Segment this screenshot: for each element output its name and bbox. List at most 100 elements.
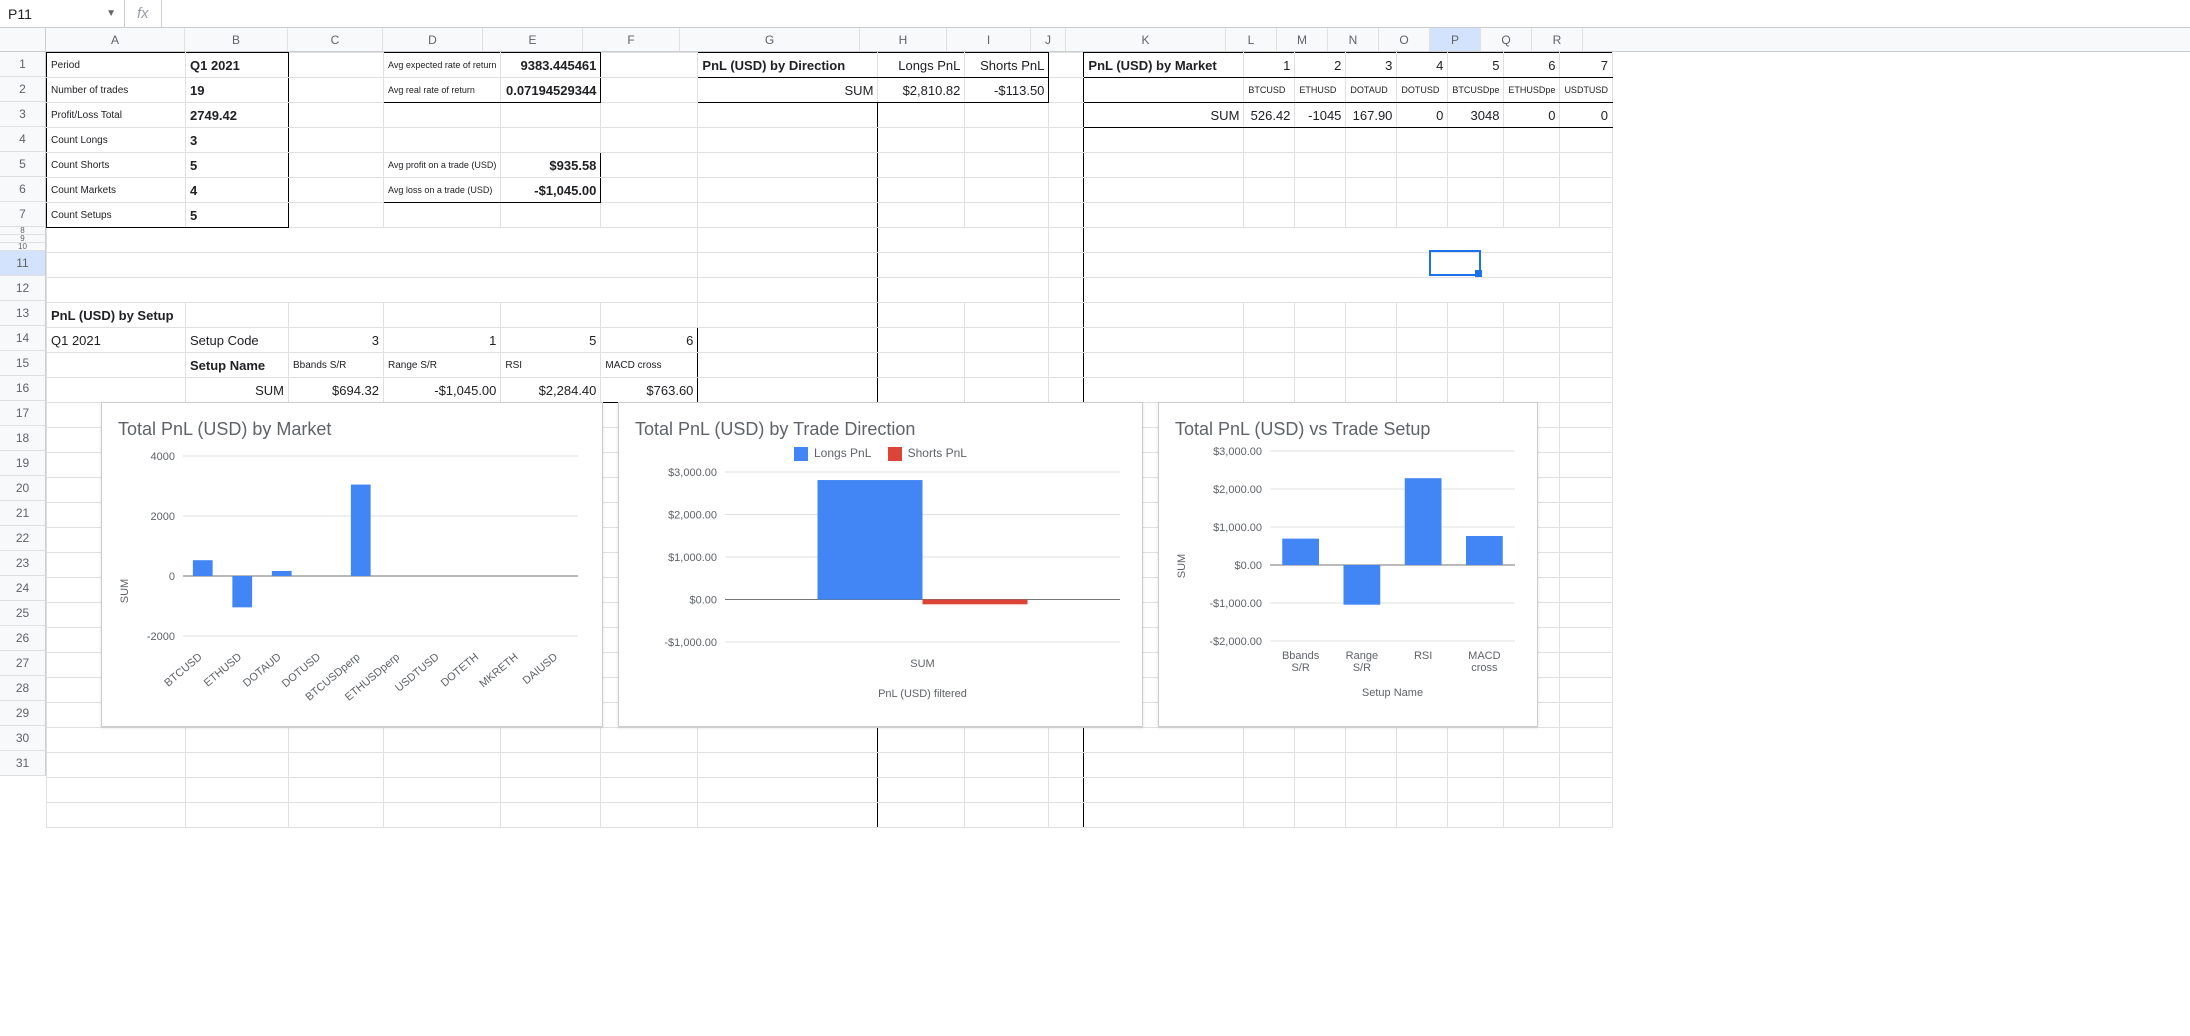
cell-P2[interactable]: BTCUSDpe (1448, 78, 1504, 103)
cell-E13[interactable]: RSI (501, 353, 601, 378)
cell-F12[interactable]: 6 (601, 328, 698, 353)
row-header-11[interactable]: 11 (0, 251, 46, 276)
cell-K1[interactable]: PnL (USD) by Market (1084, 53, 1244, 78)
cell-R3[interactable]: 0 (1560, 103, 1613, 128)
cell-Q3[interactable]: 0 (1504, 103, 1560, 128)
row-header-5[interactable]: 5 (0, 152, 46, 177)
cell-H2[interactable]: $2,810.82 (878, 78, 965, 103)
row-header-31[interactable]: 31 (0, 751, 46, 776)
row-header-20[interactable]: 20 (0, 476, 46, 501)
cell-M3[interactable]: -1045 (1295, 103, 1346, 128)
row-header-10[interactable]: 10 (0, 243, 46, 251)
col-header-C[interactable]: C (288, 28, 383, 51)
cell-A4[interactable]: Count Longs (47, 128, 186, 153)
cell-O3[interactable]: 0 (1397, 103, 1448, 128)
cell-D6[interactable]: Avg loss on a trade (USD) (384, 178, 501, 203)
col-header-E[interactable]: E (483, 28, 583, 51)
cell-P1[interactable]: 5 (1448, 53, 1504, 78)
col-header-N[interactable]: N (1328, 28, 1379, 51)
cell-J1[interactable] (1049, 53, 1084, 78)
row-header-30[interactable]: 30 (0, 726, 46, 751)
cell-R2[interactable]: USDTUSD (1560, 78, 1613, 103)
row-header-18[interactable]: 18 (0, 426, 46, 451)
cell-F14[interactable]: $763.60 (601, 378, 698, 403)
cell-H1[interactable]: Longs PnL (878, 53, 965, 78)
row-header-28[interactable]: 28 (0, 676, 46, 701)
row-header-1[interactable]: 1 (0, 52, 46, 77)
row-header-23[interactable]: 23 (0, 551, 46, 576)
cell-M1[interactable]: 2 (1295, 53, 1346, 78)
cell-B12[interactable]: Setup Code (186, 328, 289, 353)
cell-A1[interactable]: Period (47, 53, 186, 78)
row-header-21[interactable]: 21 (0, 501, 46, 526)
cell-Q2[interactable]: ETHUSDpe (1504, 78, 1560, 103)
cell-F1[interactable] (601, 53, 698, 78)
cell-D2[interactable]: Avg real rate of return (384, 78, 501, 103)
col-header-R[interactable]: R (1532, 28, 1583, 51)
name-box[interactable]: P11 ▼ (0, 0, 125, 27)
cell-E2[interactable]: 0.07194529344 (501, 78, 601, 103)
cell-E12[interactable]: 5 (501, 328, 601, 353)
select-all-corner[interactable] (0, 28, 46, 51)
cell-B14[interactable]: SUM (186, 378, 289, 403)
row-header-24[interactable]: 24 (0, 576, 46, 601)
col-header-M[interactable]: M (1277, 28, 1328, 51)
row-header-12[interactable]: 12 (0, 276, 46, 301)
cell-A3[interactable]: Profit/Loss Total (47, 103, 186, 128)
col-header-G[interactable]: G (680, 28, 860, 51)
cell-B6[interactable]: 4 (186, 178, 289, 203)
cell-D13[interactable]: Range S/R (384, 353, 501, 378)
cell-K3[interactable]: SUM (1084, 103, 1244, 128)
cell-N3[interactable]: 167.90 (1346, 103, 1397, 128)
chart-pnl-by-direction[interactable]: Total PnL (USD) by Trade Direction Longs… (618, 402, 1143, 727)
cell-O1[interactable]: 4 (1397, 53, 1448, 78)
row-header-17[interactable]: 17 (0, 401, 46, 426)
cell-L3[interactable]: 526.42 (1244, 103, 1295, 128)
col-header-F[interactable]: F (583, 28, 680, 51)
cell-M2[interactable]: ETHUSD (1295, 78, 1346, 103)
col-header-K[interactable]: K (1066, 28, 1226, 51)
col-header-I[interactable]: I (947, 28, 1031, 51)
cell-D14[interactable]: -$1,045.00 (384, 378, 501, 403)
cell-B13[interactable]: Setup Name (186, 353, 289, 378)
col-header-O[interactable]: O (1379, 28, 1430, 51)
cell-A11[interactable]: PnL (USD) by Setup (47, 303, 186, 328)
row-header-16[interactable]: 16 (0, 376, 46, 401)
cell-B5[interactable]: 5 (186, 153, 289, 178)
col-header-L[interactable]: L (1226, 28, 1277, 51)
cell-O2[interactable]: DOTUSD (1397, 78, 1448, 103)
chart-pnl-by-market[interactable]: Total PnL (USD) by Market SUM -200002000… (101, 402, 603, 727)
cell-Q1[interactable]: 6 (1504, 53, 1560, 78)
cell-P3[interactable]: 3048 (1448, 103, 1504, 128)
cell-C12[interactable]: 3 (289, 328, 384, 353)
row-header-15[interactable]: 15 (0, 351, 46, 376)
row-header-6[interactable]: 6 (0, 177, 46, 202)
cell-C14[interactable]: $694.32 (289, 378, 384, 403)
formula-input[interactable] (162, 0, 2190, 27)
cell-A6[interactable]: Count Markets (47, 178, 186, 203)
cell-L2[interactable]: BTCUSD (1244, 78, 1295, 103)
row-header-7[interactable]: 7 (0, 202, 46, 227)
cell-N2[interactable]: DOTAUD (1346, 78, 1397, 103)
cell-B4[interactable]: 3 (186, 128, 289, 153)
row-header-13[interactable]: 13 (0, 301, 46, 326)
col-header-D[interactable]: D (383, 28, 483, 51)
col-header-H[interactable]: H (860, 28, 947, 51)
cell-B3[interactable]: 2749.42 (186, 103, 289, 128)
cell-E5[interactable]: $935.58 (501, 153, 601, 178)
col-header-J[interactable]: J (1031, 28, 1066, 51)
cell-F13[interactable]: MACD cross (601, 353, 698, 378)
cell-D1[interactable]: Avg expected rate of return (384, 53, 501, 78)
row-header-26[interactable]: 26 (0, 626, 46, 651)
row-header-27[interactable]: 27 (0, 651, 46, 676)
cell-E6[interactable]: -$1,045.00 (501, 178, 601, 203)
cell-A2[interactable]: Number of trades (47, 78, 186, 103)
cell-L1[interactable]: 1 (1244, 53, 1295, 78)
row-header-4[interactable]: 4 (0, 127, 46, 152)
cell-C13[interactable]: Bbands S/R (289, 353, 384, 378)
row-header-19[interactable]: 19 (0, 451, 46, 476)
col-header-Q[interactable]: Q (1481, 28, 1532, 51)
col-header-A[interactable]: A (46, 28, 185, 51)
row-header-25[interactable]: 25 (0, 601, 46, 626)
row-header-29[interactable]: 29 (0, 701, 46, 726)
